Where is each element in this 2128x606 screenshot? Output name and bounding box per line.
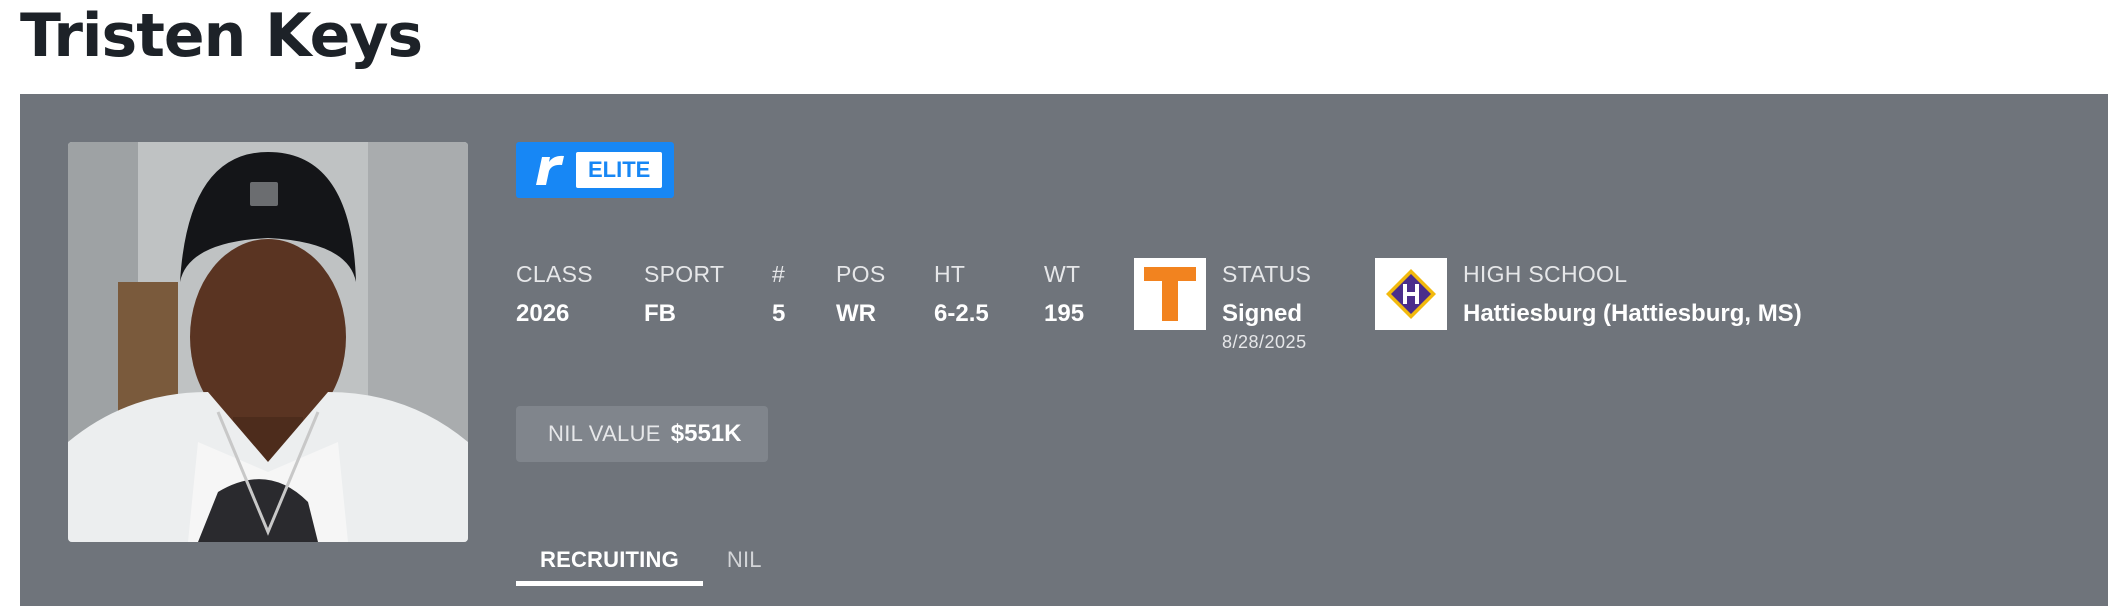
stat-label: CLASS (516, 261, 593, 287)
nil-value-pill: NIL VALUE $551K (516, 406, 768, 462)
player-photo (68, 142, 468, 542)
tab-nil[interactable]: NIL (703, 534, 786, 586)
stat-value: 5 (772, 300, 786, 327)
stat-position: POS WR (836, 260, 885, 328)
status-value: Signed (1222, 300, 1303, 327)
rating-label: ELITE (576, 152, 663, 188)
status-label: STATUS (1222, 261, 1312, 287)
stat-label: HT (934, 261, 966, 287)
stat-weight: WT 195 (1044, 260, 1084, 328)
stat-height: HT 6-2.5 (934, 260, 989, 328)
elite-rating-badge: ELITE (516, 142, 674, 198)
stat-value: WR (836, 300, 876, 327)
stat-label: WT (1044, 261, 1081, 287)
profile-tabs: RECRUITING NIL (516, 534, 786, 606)
high-school-block: HIGH SCHOOL Hattiesburg (Hattiesburg, MS… (1463, 260, 1802, 328)
high-school-logo[interactable] (1375, 258, 1447, 330)
status-block: STATUS Signed 8/28/2025 (1222, 260, 1311, 353)
stat-label: # (772, 261, 786, 287)
rivals-r-logo-icon (528, 150, 568, 190)
stat-value: FB (644, 300, 676, 327)
page-title: Tristen Keys (20, 1, 423, 71)
nil-amount: $551K (670, 420, 742, 447)
stat-value: 2026 (516, 300, 570, 327)
stat-label: SPORT (644, 261, 725, 287)
high-school-value[interactable]: Hattiesburg (Hattiesburg, MS) (1463, 300, 1802, 328)
nil-label: NIL VALUE (548, 421, 661, 446)
high-school-label: HIGH SCHOOL (1463, 261, 1628, 287)
player-card: ELITE CLASS 2026 SPORT FB # 5 POS WR HT … (20, 94, 2108, 606)
hattiesburg-h-icon (1386, 269, 1436, 319)
stat-value: 6-2.5 (934, 300, 989, 327)
tab-recruiting[interactable]: RECRUITING (516, 534, 703, 586)
status-date: 8/28/2025 (1222, 332, 1307, 352)
stat-jersey-number: # 5 (772, 260, 785, 328)
tennessee-t-icon (1144, 267, 1196, 321)
stat-class: CLASS 2026 (516, 260, 593, 328)
stat-label: POS (836, 261, 886, 287)
tennessee-logo[interactable] (1134, 258, 1206, 330)
stat-value: 195 (1044, 300, 1085, 327)
stat-sport: SPORT FB (644, 260, 724, 328)
